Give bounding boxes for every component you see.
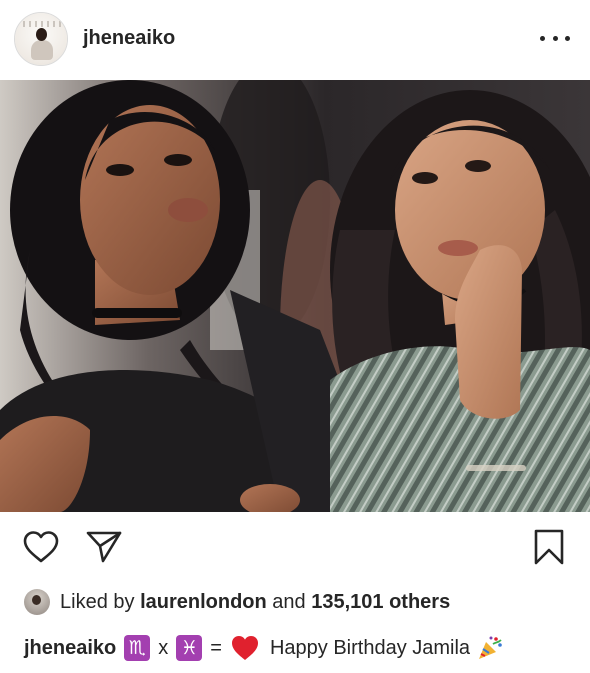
liker-avatar[interactable]: [24, 589, 50, 615]
profile-avatar-icon[interactable]: [14, 12, 68, 66]
caption-text: Happy Birthday Jamila: [269, 636, 471, 659]
likes-summary[interactable]: Liked by laurenlondon and 135,101 others: [24, 588, 450, 616]
more-options-icon[interactable]: [540, 28, 570, 48]
likes-count[interactable]: 135,101 others: [311, 591, 450, 614]
post-header: jheneaiko: [0, 0, 590, 80]
post-actions: [0, 512, 590, 584]
post-caption: jheneaiko ♏ x ♓ = Happy Birthday Jamila: [24, 632, 504, 664]
heart-outline-icon[interactable]: [22, 530, 60, 564]
caption-times: x: [158, 636, 169, 659]
post-image: [0, 80, 590, 512]
post-username[interactable]: jheneaiko: [83, 27, 175, 50]
post-photo[interactable]: [0, 80, 590, 512]
liker-username[interactable]: laurenlondon: [140, 591, 267, 614]
likes-prefix: Liked by: [60, 590, 135, 613]
likes-connector: and: [272, 590, 306, 613]
party-popper-emoji: [479, 636, 502, 659]
bookmark-icon[interactable]: [532, 528, 566, 566]
red-heart-emoji: [231, 636, 258, 660]
paper-plane-icon[interactable]: [85, 530, 123, 564]
scorpio-sign: ♏: [124, 635, 151, 661]
caption-username[interactable]: jheneaiko: [24, 637, 116, 660]
pisces-sign: ♓: [176, 635, 203, 661]
caption-equals: =: [210, 636, 222, 659]
